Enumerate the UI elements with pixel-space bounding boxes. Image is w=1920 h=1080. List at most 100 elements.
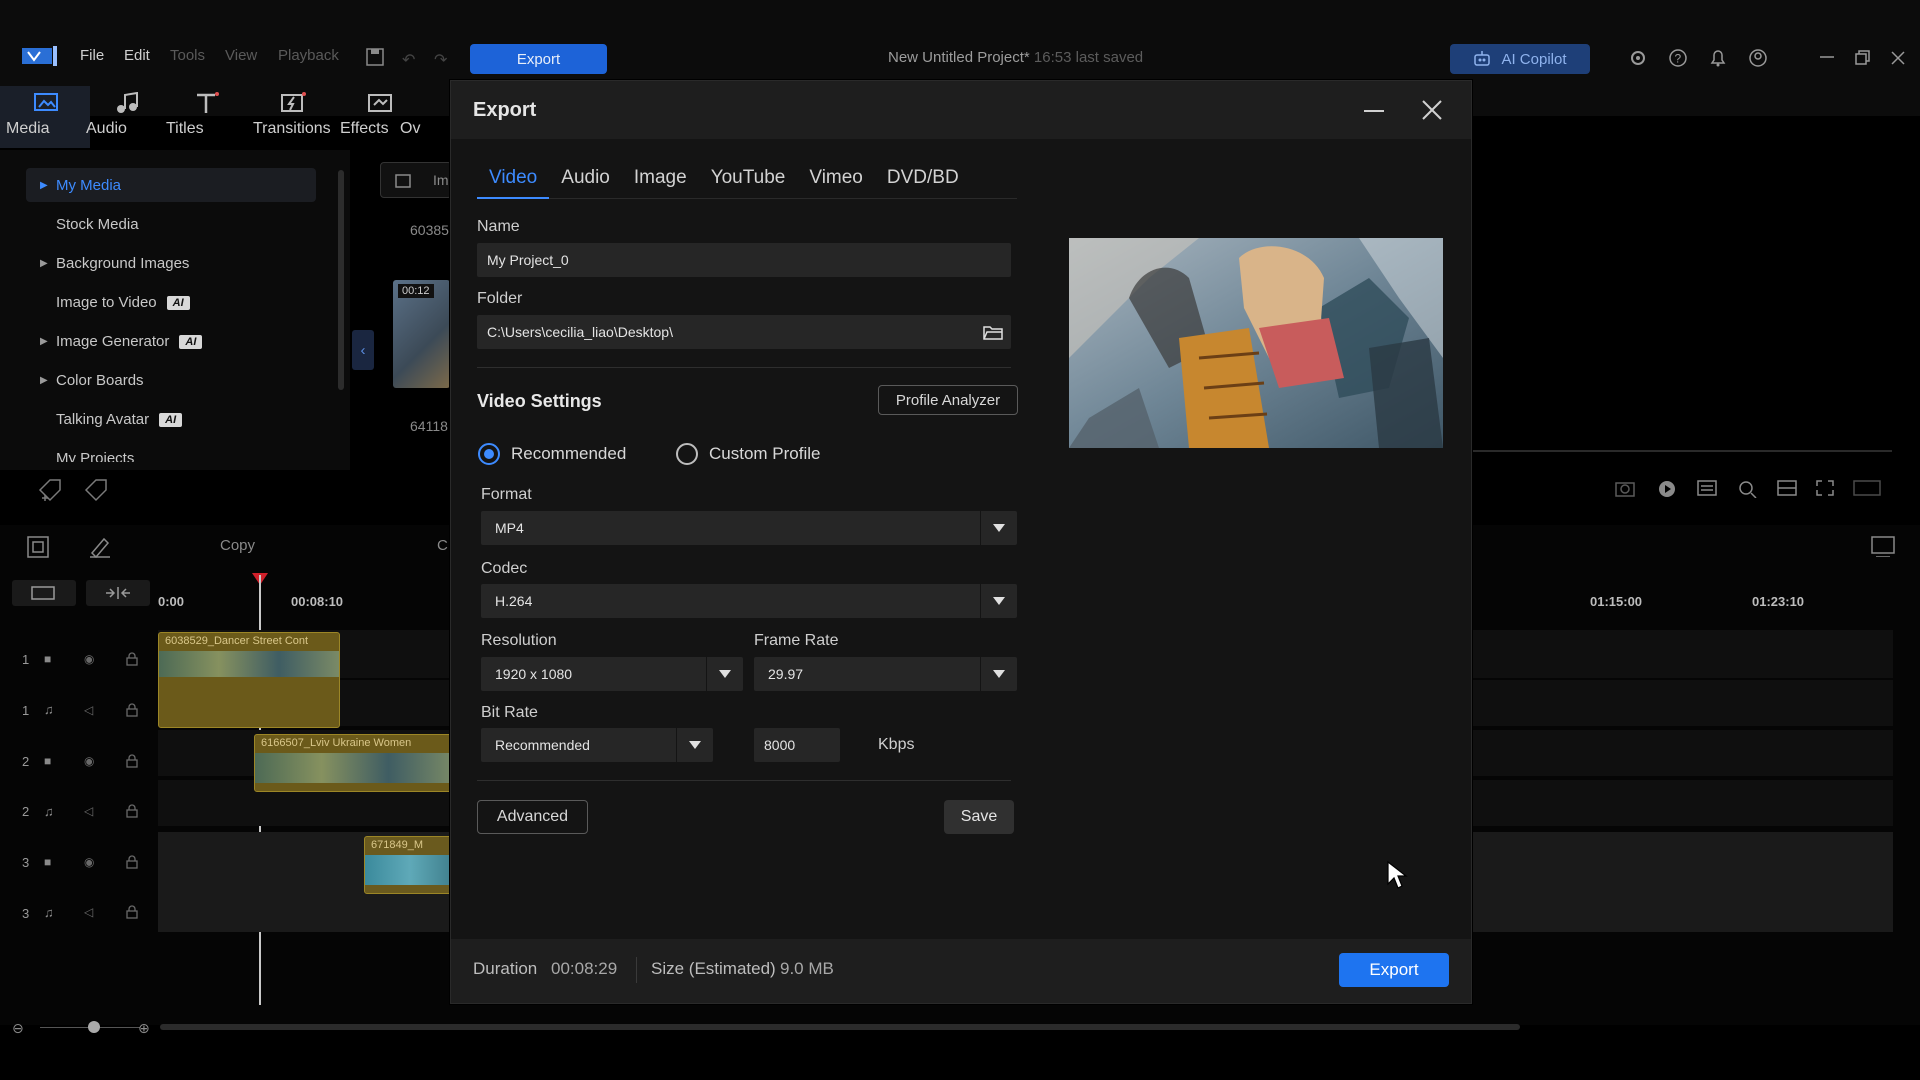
aspect-ratio-icon[interactable] [1852, 478, 1882, 498]
tab-image[interactable]: Image [622, 167, 699, 199]
tab-vimeo[interactable]: Vimeo [797, 167, 875, 199]
add-track-button[interactable] [12, 580, 76, 606]
sidebar-item-image-to-video[interactable]: Image to Video AI [56, 294, 190, 311]
add-tag-icon[interactable] [38, 478, 64, 502]
name-input[interactable]: My Project_0 [477, 243, 1011, 277]
layout-icon[interactable] [1776, 478, 1798, 498]
recommended-label[interactable]: Recommended [511, 444, 626, 464]
tab-titles[interactable]: Titles [166, 92, 246, 137]
codec-select[interactable]: H.264 [481, 584, 1017, 618]
zoom-out-icon[interactable]: ⊖ [12, 1020, 24, 1037]
dialog-minimize-button[interactable] [1359, 95, 1389, 125]
preview-scrubber[interactable] [1472, 450, 1892, 452]
grid-icon[interactable] [26, 535, 50, 559]
app-logo[interactable] [22, 46, 58, 66]
custom-profile-radio[interactable] [676, 443, 698, 465]
speaker-icon[interactable]: ◁ [84, 804, 93, 818]
audio-track-icon[interactable]: ♫ [44, 905, 54, 920]
help-icon[interactable]: ? [1668, 48, 1688, 68]
tab-dvd-bd[interactable]: DVD/BD [875, 167, 971, 199]
lock-icon[interactable] [126, 652, 138, 666]
dialog-close-button[interactable] [1417, 95, 1447, 125]
zoom-in-icon[interactable]: ⊕ [138, 1020, 150, 1037]
save-button[interactable]: Save [944, 800, 1014, 834]
ai-copilot-button[interactable]: AI Copilot [1450, 44, 1590, 74]
sidebar-item-image-generator[interactable]: ▶ Image Generator AI [40, 333, 203, 350]
menu-file[interactable]: File [80, 47, 104, 64]
profile-analyzer-button[interactable]: Profile Analyzer [878, 385, 1018, 415]
fit-timeline-button[interactable] [86, 580, 150, 606]
fullscreen-icon[interactable] [1814, 478, 1836, 498]
menu-view[interactable]: View [225, 47, 257, 64]
window-restore-icon[interactable] [1854, 50, 1870, 66]
sidebar-item-background-images[interactable]: ▶ Background Images [40, 255, 189, 272]
tab-transitions[interactable]: Transitions [253, 92, 333, 137]
timeline-clip[interactable]: 671849_M [364, 836, 456, 894]
sidebar-item-my-media[interactable]: ▶ My Media [40, 177, 121, 194]
toolbar-item-partial[interactable]: C [437, 537, 449, 554]
copy-button[interactable]: Copy [220, 537, 255, 554]
lock-icon[interactable] [126, 703, 138, 717]
zoom-fit-icon[interactable] [1736, 478, 1758, 498]
folder-input[interactable]: C:\Users\cecilia_liao\Desktop\ [477, 315, 1011, 349]
chevron-left-icon[interactable]: ‹ [352, 330, 374, 370]
lock-icon[interactable] [126, 855, 138, 869]
sidebar-item-color-boards[interactable]: ▶ Color Boards [40, 372, 144, 389]
eye-icon[interactable]: ◉ [84, 754, 94, 768]
lock-icon[interactable] [126, 754, 138, 768]
folder-open-icon[interactable] [983, 323, 1003, 341]
redo-icon[interactable]: ↷ [434, 50, 447, 70]
playback-quality-icon[interactable] [1656, 478, 1678, 498]
export-button[interactable]: Export [1339, 953, 1449, 987]
sidebar-item-my-projects[interactable]: My Projects [56, 450, 134, 462]
import-button[interactable]: Im [380, 162, 452, 198]
undo-icon[interactable]: ↶ [402, 50, 415, 70]
recommended-radio[interactable] [478, 443, 500, 465]
menu-playback[interactable]: Playback [278, 47, 339, 64]
timeline-scrollbar[interactable] [160, 1024, 1520, 1030]
tab-youtube[interactable]: YouTube [699, 167, 798, 199]
gear-icon[interactable] [1628, 48, 1648, 68]
sidebar-item-stock-media[interactable]: Stock Media [56, 216, 139, 233]
tab-media[interactable]: Media [6, 92, 86, 137]
advanced-button[interactable]: Advanced [477, 800, 588, 834]
pen-icon[interactable] [88, 535, 112, 559]
top-export-button[interactable]: Export [470, 44, 607, 74]
video-track-icon[interactable]: ■ [44, 754, 51, 768]
lock-icon[interactable] [126, 905, 138, 919]
tab-overlays[interactable]: Ov [400, 92, 450, 137]
custom-profile-label[interactable]: Custom Profile [709, 444, 820, 464]
bell-icon[interactable] [1708, 48, 1728, 68]
list-icon[interactable] [1696, 478, 1718, 498]
frame-rate-select[interactable]: 29.97 [754, 657, 1017, 691]
bit-rate-mode-select[interactable]: Recommended [481, 728, 713, 762]
video-track-icon[interactable]: ■ [44, 855, 51, 869]
lock-icon[interactable] [126, 804, 138, 818]
bit-rate-input[interactable]: 8000 [754, 728, 840, 762]
format-select[interactable]: MP4 [481, 511, 1017, 545]
account-icon[interactable] [1748, 48, 1768, 68]
menu-tools[interactable]: Tools [170, 47, 205, 64]
window-close-icon[interactable] [1890, 50, 1906, 66]
mixer-icon[interactable] [1870, 535, 1896, 557]
menu-edit[interactable]: Edit [124, 47, 150, 64]
snapshot-icon[interactable] [1614, 478, 1636, 498]
audio-track-icon[interactable]: ♫ [44, 804, 54, 819]
speaker-icon[interactable]: ◁ [84, 905, 93, 919]
tab-video[interactable]: Video [477, 167, 550, 199]
window-minimize-icon[interactable] [1818, 50, 1836, 64]
tab-audio[interactable]: Audio [549, 167, 622, 199]
video-track-icon[interactable]: ■ [44, 652, 51, 666]
sidebar-item-talking-avatar[interactable]: Talking Avatar AI [56, 411, 183, 428]
save-icon[interactable] [366, 48, 384, 66]
tab-audio[interactable]: Audio [86, 92, 166, 137]
resolution-select[interactable]: 1920 x 1080 [481, 657, 743, 691]
speaker-icon[interactable]: ◁ [84, 703, 93, 717]
remove-tag-icon[interactable] [84, 478, 110, 502]
timeline-clip[interactable]: 6166507_Lviv Ukraine Women [254, 734, 456, 792]
eye-icon[interactable]: ◉ [84, 652, 94, 666]
sidebar-scrollbar[interactable] [338, 170, 344, 390]
eye-icon[interactable]: ◉ [84, 855, 94, 869]
timeline-clip[interactable]: 6038529_Dancer Street Cont [158, 632, 340, 728]
audio-track-icon[interactable]: ♫ [44, 702, 54, 717]
